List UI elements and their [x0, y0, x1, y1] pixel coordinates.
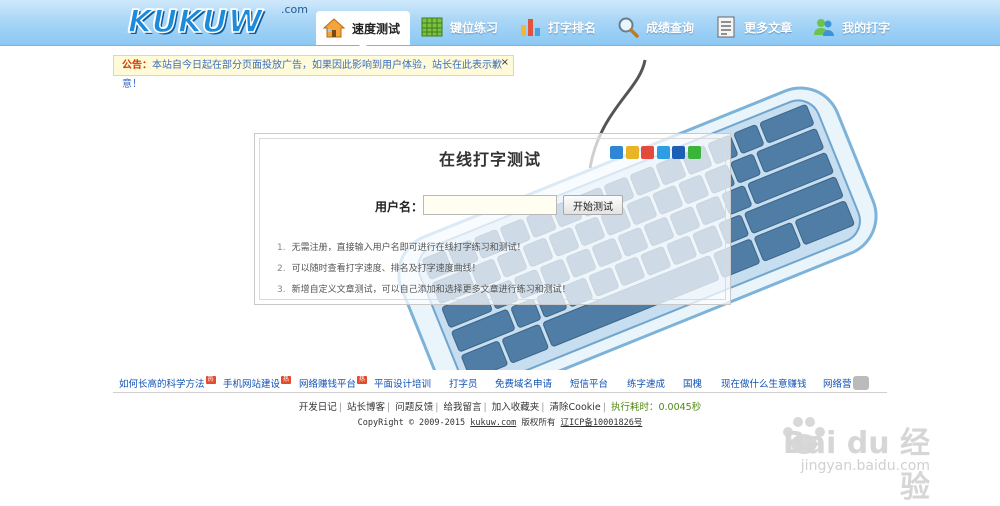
nav-score-query[interactable]: 成绩查询 — [610, 11, 704, 43]
friend-link[interactable]: 打字员 — [449, 376, 478, 390]
nav-label: 更多文章 — [744, 20, 793, 35]
qzone-icon[interactable] — [656, 146, 670, 159]
nav-label: 速度测试 — [352, 21, 401, 36]
blog-link[interactable]: 站长博客 — [347, 402, 385, 413]
friend-link[interactable]: 国槐 — [683, 376, 702, 390]
baidu-jingyan-watermark: Bai du 经验 jingyan.baidu.com — [770, 408, 930, 505]
feature-tips: 1. 无需注册，直接输入用户名即可进行在线打字练习和测试！ 2. 可以随时查看打字速… — [277, 238, 571, 301]
start-test-button[interactable]: 开始测试 — [563, 195, 623, 215]
main-nav: 速度测试 键位练习 打字排名 成绩查询 更多文章 我的打字 — [316, 11, 904, 45]
hot-badge: 热 — [205, 376, 216, 384]
nav-speed-test[interactable]: 速度测试 — [316, 11, 411, 45]
friend-link[interactable]: 现在做什么生意赚钱 — [721, 376, 807, 390]
nav-ranking[interactable]: 打字排名 — [512, 11, 606, 43]
feedback-link[interactable]: 问题反馈 — [395, 402, 433, 413]
friend-links: 如何长高的科学方法热 手机网站建设热 网络赚钱平台热 平面设计培训 打字员 免费… — [113, 375, 887, 393]
bar-chart-icon — [518, 15, 542, 39]
bookmark-link[interactable]: 加入收藏夹 — [492, 402, 540, 413]
active-tab-pointer — [358, 44, 368, 49]
keyboard-grid-icon — [420, 15, 444, 39]
house-icon — [322, 16, 346, 40]
star-icon[interactable] — [625, 146, 639, 159]
magnifier-icon — [616, 15, 640, 39]
hot-badge: 热 — [357, 376, 368, 384]
nav-label: 成绩查询 — [646, 20, 695, 35]
document-icon — [714, 15, 738, 39]
site-logo[interactable]: KUKUW .com — [127, 3, 308, 40]
share-icons — [610, 146, 703, 159]
nav-label: 我的打字 — [842, 20, 891, 35]
username-input[interactable] — [423, 195, 557, 215]
site-link[interactable]: kukuw.com — [470, 418, 516, 428]
friend-link[interactable]: 短信平台 — [570, 376, 608, 390]
execution-time: 执行耗时：0.0045秒 — [610, 402, 702, 413]
nav-label: 键位练习 — [450, 20, 499, 35]
tip-item: 3. 新增自定义文章测试，可以自己添加和选择更多文章进行练习和测试！ — [277, 285, 571, 295]
logo-text: KUKUW — [127, 4, 264, 40]
username-form: 用户名： 开始测试 — [255, 195, 725, 215]
friend-link[interactable]: 练字速成 — [627, 376, 665, 390]
nav-my-typing[interactable]: 我的打字 — [806, 11, 900, 43]
announcement-label: 公告： — [122, 60, 152, 71]
users-icon — [812, 15, 836, 39]
friend-link[interactable]: 免费域名申请 — [495, 376, 552, 390]
clear-cookie-link[interactable]: 清除Cookie — [550, 402, 601, 413]
friend-link[interactable]: 网络营 — [823, 376, 852, 390]
dev-diary-link[interactable]: 开发日记 — [299, 402, 337, 413]
icp-link[interactable]: 辽ICP备10001826号 — [561, 418, 643, 428]
hot-badge: 热 — [281, 376, 292, 384]
friend-link[interactable]: 网络赚钱平台热 — [299, 376, 368, 390]
nav-key-practice[interactable]: 键位练习 — [414, 11, 508, 43]
friend-link[interactable]: 平面设计培训 — [374, 376, 431, 390]
header-bar: KUKUW .com 速度测试 键位练习 打字排名 成绩查询 更多文章 我的打字 — [0, 0, 1000, 49]
logo-suffix: .com — [281, 3, 308, 16]
username-label: 用户名： — [375, 200, 424, 214]
watermark-url: jingyan.baidu.com — [800, 458, 930, 474]
renren-icon[interactable] — [672, 146, 685, 159]
nav-more-articles[interactable]: 更多文章 — [708, 11, 802, 43]
plus-icon[interactable] — [610, 146, 623, 159]
wechat-icon[interactable] — [687, 146, 701, 159]
paw-icon[interactable] — [853, 376, 869, 390]
typing-test-panel: 在线打字测试 用户名： 开始测试 1. 无需注册，直接输入用户名即可进行在线打字练… — [254, 133, 731, 305]
tip-item: 2. 可以随时查看打字速度、排名及打字速度曲线！ — [277, 264, 481, 274]
tip-item: 1. 无需注册，直接输入用户名即可进行在线打字练习和测试！ — [277, 243, 526, 253]
friend-link[interactable]: 如何长高的科学方法热 — [119, 376, 216, 390]
message-link[interactable]: 给我留言 — [444, 402, 482, 413]
weibo-icon[interactable] — [641, 146, 654, 159]
friend-link[interactable]: 手机网站建设热 — [223, 376, 292, 390]
nav-label: 打字排名 — [548, 20, 597, 35]
